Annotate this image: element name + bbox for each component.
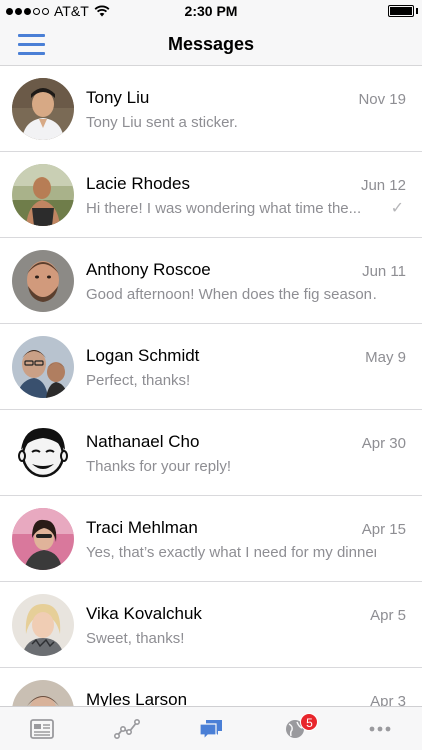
- notification-badge: 5: [300, 713, 319, 731]
- conversation-name: Logan Schmidt: [86, 346, 200, 365]
- avatar: [12, 250, 74, 312]
- tab-notifications[interactable]: 5: [253, 707, 337, 750]
- conversation-row[interactable]: Lacie Rhodes Hi there! I was wondering w…: [0, 152, 422, 238]
- messages-icon: [199, 719, 223, 740]
- conversation-preview: Hi there! I was wondering what time the.…: [86, 200, 362, 217]
- conversation-preview: Perfect, thanks!: [86, 372, 191, 389]
- conversation-date: Apr 30: [361, 435, 406, 452]
- conversation-row[interactable]: Myles Larson Apr 3: [0, 668, 422, 706]
- status-time: 2:30 PM: [184, 3, 238, 19]
- conversation-row[interactable]: Logan Schmidt Perfect, thanks! May 9: [0, 324, 422, 410]
- conversation-name: Lacie Rhodes: [86, 174, 190, 193]
- tab-bar: 5: [0, 706, 422, 750]
- conversation-row[interactable]: Nathanael Cho Thanks for your reply! Apr…: [0, 410, 422, 496]
- page-icon: [30, 718, 55, 739]
- avatar: [12, 680, 74, 706]
- conversation-date: Apr 5: [370, 607, 406, 624]
- conversation-name: Anthony Roscoe: [86, 260, 211, 279]
- more-icon: [369, 726, 391, 731]
- conversation-preview: Good afternoon! When does the fig season…: [86, 286, 376, 303]
- conversation-preview: Yes, that’s exactly what I need for my d…: [86, 544, 376, 561]
- conversation-row[interactable]: Tony Liu Tony Liu sent a sticker. Nov 19: [0, 66, 422, 152]
- conversation-name: Myles Larson: [86, 690, 188, 706]
- insights-icon: [113, 718, 140, 739]
- conversation-date: Apr 3: [370, 693, 406, 706]
- page-title: Messages: [167, 34, 255, 54]
- avatar: [12, 78, 74, 140]
- avatar: [12, 422, 74, 484]
- conversation-date: Apr 15: [361, 521, 406, 538]
- battery-tip: [416, 8, 418, 14]
- conversation-date: Nov 19: [358, 91, 406, 108]
- avatar: [12, 508, 74, 570]
- seen-check-icon: ✓: [390, 200, 404, 217]
- tab-more[interactable]: [338, 707, 422, 750]
- nav-bar: Messages: [0, 22, 422, 66]
- conversation-row[interactable]: Traci Mehlman Yes, that’s exactly what I…: [0, 496, 422, 582]
- avatar: [12, 594, 74, 656]
- conversation-name: Vika Kovalchuk: [86, 604, 202, 623]
- conversation-date: May 9: [365, 349, 406, 366]
- conversation-name: Nathanael Cho: [86, 432, 200, 451]
- conversation-row[interactable]: Vika Kovalchuk Sweet, thanks! Apr 5: [0, 582, 422, 668]
- battery-icon: [388, 5, 414, 17]
- tab-messages[interactable]: [169, 707, 253, 750]
- conversation-name: Tony Liu: [86, 88, 150, 107]
- conversation-preview: Tony Liu sent a sticker.: [86, 114, 238, 131]
- avatar: [12, 164, 74, 226]
- tab-page[interactable]: [0, 707, 84, 750]
- conversation-date: Jun 11: [362, 263, 406, 280]
- conversation-date: Jun 12: [360, 177, 406, 194]
- conversation-list[interactable]: Tony Liu Tony Liu sent a sticker. Nov 19…: [0, 66, 422, 706]
- conversation-name: Traci Mehlman: [86, 518, 198, 537]
- conversation-preview: Sweet, thanks!: [86, 630, 185, 647]
- tab-insights[interactable]: [84, 707, 168, 750]
- status-bar: AT&T 2:30 PM: [0, 0, 422, 22]
- conversation-preview: Thanks for your reply!: [86, 458, 232, 475]
- avatar: [12, 336, 74, 398]
- conversation-row[interactable]: Anthony Roscoe Good afternoon! When does…: [0, 238, 422, 324]
